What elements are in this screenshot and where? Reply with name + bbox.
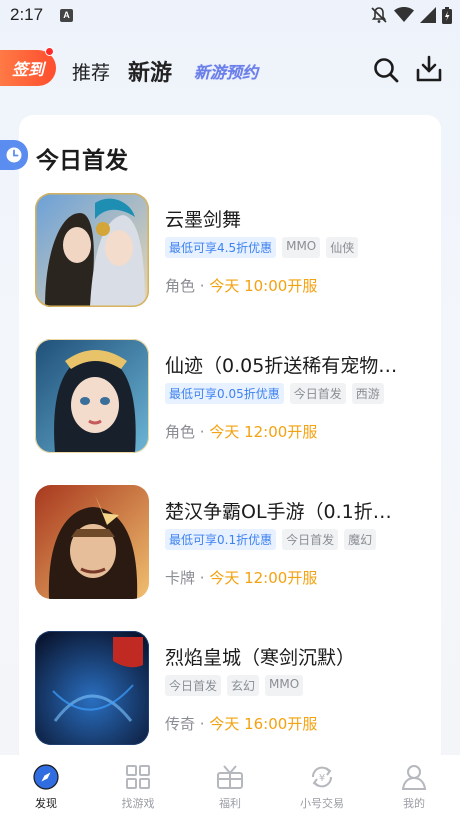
nav-label: 发现 bbox=[35, 797, 57, 810]
game-category: 角色 bbox=[165, 277, 196, 295]
game-icon[interactable] bbox=[35, 485, 149, 599]
status-icons bbox=[370, 6, 452, 28]
first-launch-tag: 今日首发 bbox=[282, 529, 339, 550]
game-name[interactable]: 仙迹（0.05折送稀有宠物… bbox=[165, 351, 427, 378]
notification-dot bbox=[45, 47, 54, 56]
genre-tag: 仙侠 bbox=[326, 237, 359, 258]
status-time: 2:17 bbox=[10, 5, 44, 24]
compass-icon bbox=[32, 763, 60, 791]
svg-text:¥: ¥ bbox=[319, 773, 325, 784]
genre-tag: 魔幻 bbox=[344, 529, 377, 550]
game-meta: 角色 · 今天 12:00开服 bbox=[165, 421, 317, 442]
meta-separator: · bbox=[195, 715, 210, 733]
grid-icon bbox=[124, 763, 152, 791]
signin-label: 签到 bbox=[11, 60, 44, 79]
game-icon[interactable] bbox=[35, 193, 149, 307]
history-clock-icon[interactable] bbox=[0, 140, 28, 170]
bottom-nav: 发现 找游戏 福利 ¥ 小号交易 我的 bbox=[0, 755, 460, 817]
status-bar: 2:17 A bbox=[0, 0, 460, 32]
search-icon[interactable] bbox=[372, 56, 400, 84]
game-item[interactable]: 仙迹（0.05折送稀有宠物… 最低可享0.05折优惠 今日首发 西游 角色 · … bbox=[19, 339, 441, 485]
meta-separator: · bbox=[195, 277, 210, 295]
game-name[interactable]: 云墨剑舞 bbox=[165, 205, 427, 232]
game-tags: 最低可享0.1折优惠 今日首发 魔幻 bbox=[165, 529, 377, 550]
first-launch-tag: 今日首发 bbox=[289, 383, 346, 404]
nav-account-trade[interactable]: ¥ 小号交易 bbox=[276, 755, 368, 817]
discount-tag: 最低可享4.5折优惠 bbox=[165, 237, 277, 258]
signal-icon bbox=[420, 7, 436, 27]
game-meta: 卡牌 · 今天 12:00开服 bbox=[165, 567, 317, 588]
genre-tag: MMO bbox=[282, 237, 321, 258]
tab-preorder[interactable]: 新游预约 bbox=[194, 59, 258, 83]
today-launch-card: 今日首发 云墨剑舞 最低可享4.5折优惠 MMO 仙侠 角色 · 今天 10:0… bbox=[19, 115, 441, 765]
open-time: 今天 12:00开服 bbox=[209, 569, 318, 587]
notifications-off-icon bbox=[370, 6, 388, 28]
game-item[interactable]: 烈焰皇城（寒剑沉默） 今日首发 玄幻 MMO 传奇 · 今天 16:00开服 bbox=[19, 631, 441, 765]
open-time: 今天 12:00开服 bbox=[209, 423, 318, 441]
nav-welfare[interactable]: 福利 bbox=[184, 755, 276, 817]
battery-icon bbox=[442, 6, 452, 28]
top-header: 签到 推荐 新游 新游预约 bbox=[0, 42, 460, 96]
signin-button[interactable]: 签到 bbox=[0, 47, 56, 86]
tab-new-games[interactable]: 新游 bbox=[128, 55, 172, 87]
first-launch-tag: 今日首发 bbox=[165, 675, 222, 696]
nav-find-games[interactable]: 找游戏 bbox=[92, 755, 184, 817]
game-icon[interactable] bbox=[35, 339, 149, 453]
download-icon[interactable] bbox=[414, 54, 444, 84]
meta-separator: · bbox=[195, 569, 210, 587]
nav-label: 小号交易 bbox=[300, 797, 344, 810]
wifi-icon bbox=[394, 7, 414, 27]
game-name[interactable]: 楚汉争霸OL手游（0.1折… bbox=[165, 497, 427, 524]
game-tags: 最低可享0.05折优惠 今日首发 西游 bbox=[165, 383, 384, 404]
game-category: 卡牌 bbox=[165, 569, 196, 587]
genre-tag: MMO bbox=[265, 675, 304, 696]
app-notification-icon: A bbox=[60, 9, 73, 22]
profile-icon bbox=[400, 763, 428, 791]
discount-tag: 最低可享0.1折优惠 bbox=[165, 529, 277, 550]
game-meta: 传奇 · 今天 16:00开服 bbox=[165, 713, 317, 734]
tab-recommend[interactable]: 推荐 bbox=[72, 58, 110, 85]
game-category: 传奇 bbox=[165, 715, 196, 733]
section-title: 今日首发 bbox=[36, 148, 128, 174]
nav-label: 福利 bbox=[219, 797, 241, 810]
exchange-icon: ¥ bbox=[308, 763, 336, 791]
nav-label: 找游戏 bbox=[121, 797, 155, 810]
genre-tag: 玄幻 bbox=[227, 675, 260, 696]
nav-discover[interactable]: 发现 bbox=[0, 755, 92, 817]
open-time: 今天 16:00开服 bbox=[209, 715, 318, 733]
game-meta: 角色 · 今天 10:00开服 bbox=[165, 275, 317, 296]
game-item[interactable]: 楚汉争霸OL手游（0.1折… 最低可享0.1折优惠 今日首发 魔幻 卡牌 · 今… bbox=[19, 485, 441, 631]
genre-tag: 西游 bbox=[351, 383, 384, 404]
game-tags: 最低可享4.5折优惠 MMO 仙侠 bbox=[165, 237, 359, 258]
game-category: 角色 bbox=[165, 423, 196, 441]
meta-separator: · bbox=[195, 423, 210, 441]
discount-tag: 最低可享0.05折优惠 bbox=[165, 383, 284, 404]
gift-icon bbox=[216, 763, 244, 791]
nav-label: 我的 bbox=[403, 797, 425, 810]
game-item[interactable]: 云墨剑舞 最低可享4.5折优惠 MMO 仙侠 角色 · 今天 10:00开服 bbox=[19, 193, 441, 339]
game-icon[interactable] bbox=[35, 631, 149, 745]
game-list: 云墨剑舞 最低可享4.5折优惠 MMO 仙侠 角色 · 今天 10:00开服 仙… bbox=[19, 193, 441, 765]
game-name[interactable]: 烈焰皇城（寒剑沉默） bbox=[165, 643, 427, 670]
game-tags: 今日首发 玄幻 MMO bbox=[165, 675, 304, 696]
nav-profile[interactable]: 我的 bbox=[368, 755, 460, 817]
open-time: 今天 10:00开服 bbox=[209, 277, 318, 295]
